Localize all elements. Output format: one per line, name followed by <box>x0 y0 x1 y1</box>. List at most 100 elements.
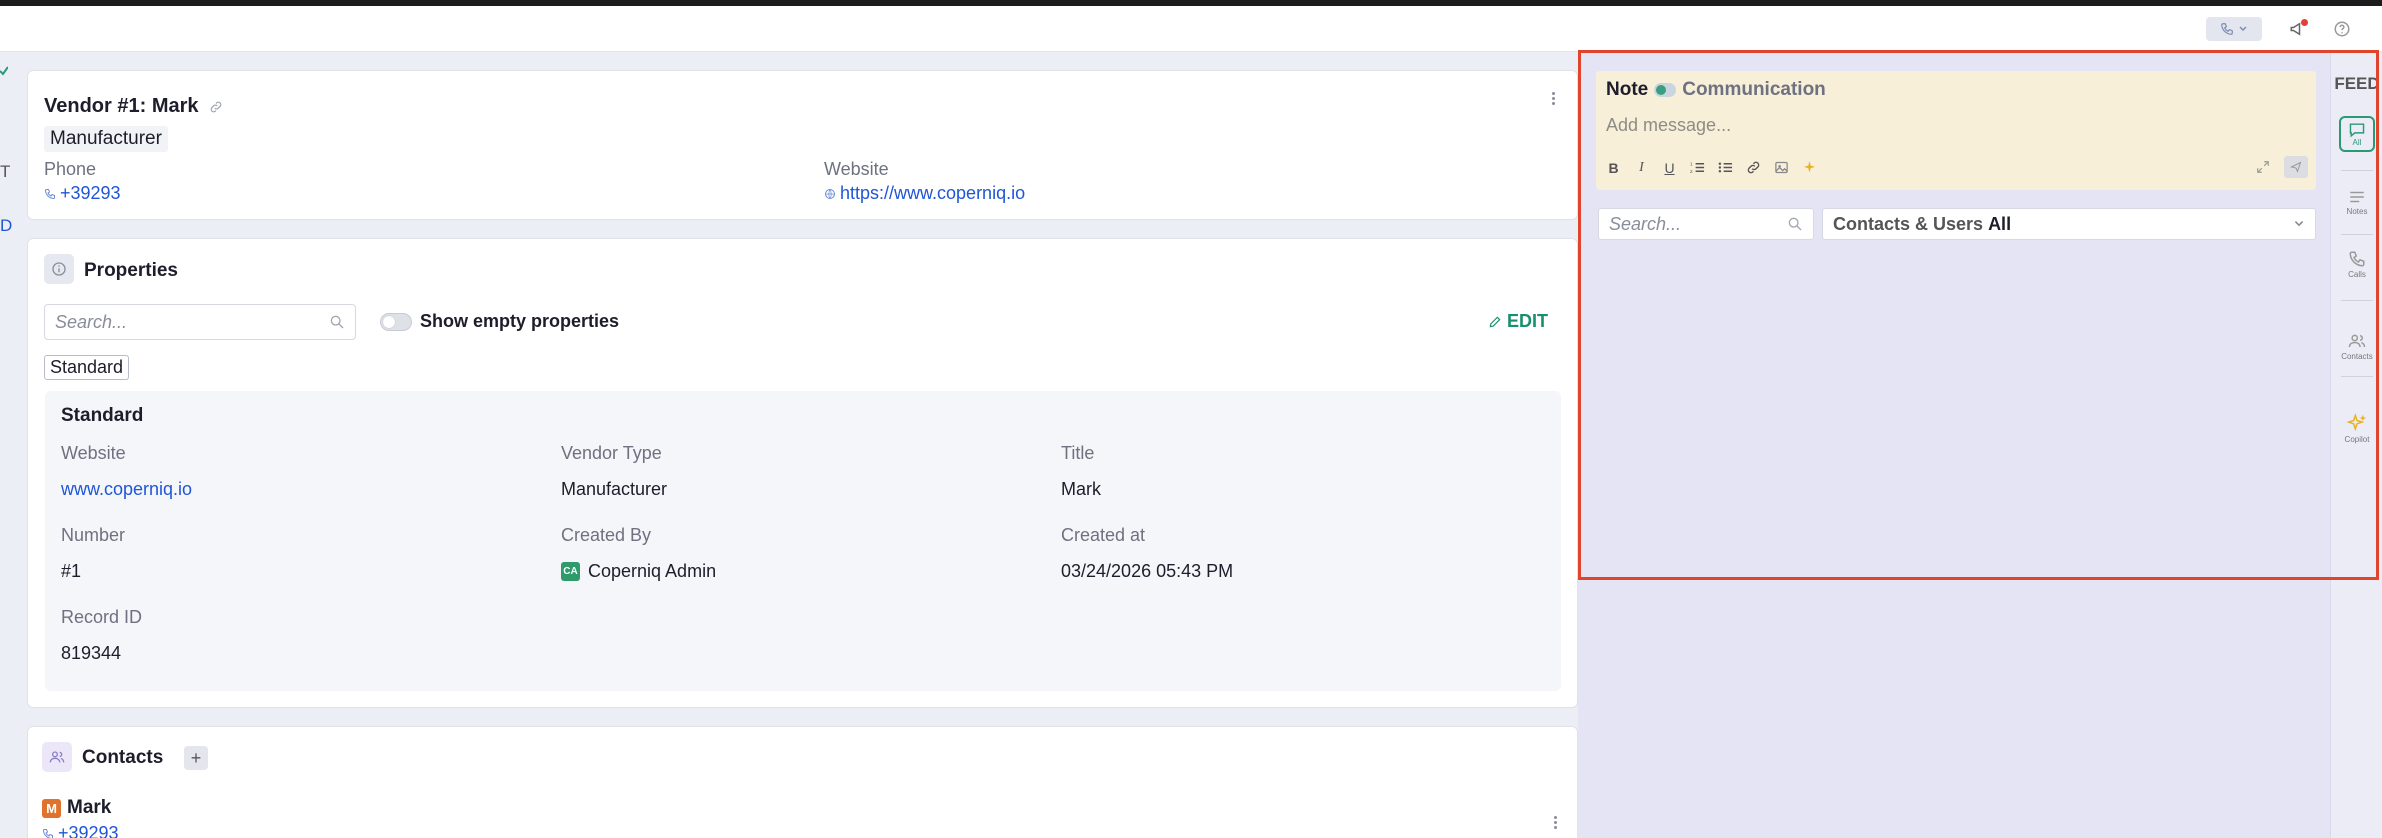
feed-filter-label: Contacts <box>2341 351 2373 361</box>
feed-filter-calls[interactable]: Calls <box>2335 236 2379 292</box>
standard-panel-title: Standard <box>61 405 144 426</box>
search-icon <box>330 315 344 329</box>
properties-search-placeholder: Search... <box>55 311 128 332</box>
vendor-title: Vendor #1: Mark <box>44 95 223 118</box>
globe-icon <box>825 188 835 199</box>
vendor-more-menu[interactable] <box>1544 89 1562 107</box>
contact-more-menu[interactable] <box>1546 813 1564 831</box>
search-icon <box>1788 217 1802 231</box>
divider <box>2341 376 2373 377</box>
vendor-type-chip: Manufacturer <box>44 126 168 152</box>
send-button[interactable] <box>2284 156 2308 178</box>
notification-dot <box>2301 19 2308 26</box>
prop-website-value[interactable]: www.coperniq.io <box>61 479 192 500</box>
link-icon[interactable] <box>1746 160 1761 175</box>
website-value: https://www.coperniq.io <box>840 183 1026 203</box>
chat-icon <box>2349 122 2365 137</box>
check-icon <box>0 66 8 76</box>
divider <box>2341 300 2373 301</box>
phone-dropdown-button[interactable] <box>2206 17 2262 41</box>
add-contact-button[interactable]: + <box>184 746 208 770</box>
contacts-title: Contacts <box>82 747 164 768</box>
divider <box>2341 234 2373 235</box>
link-icon[interactable] <box>209 100 223 114</box>
prop-label: Number <box>61 525 126 545</box>
feed-filter-contacts[interactable]: Contacts <box>2335 318 2379 374</box>
show-empty-toggle[interactable] <box>380 313 412 331</box>
underline-icon[interactable]: U <box>1662 160 1677 176</box>
sparkle-icon[interactable] <box>1802 160 1817 175</box>
created-by-name: Coperniq Admin <box>588 561 717 581</box>
bullet-list-icon[interactable] <box>1718 160 1733 175</box>
feed-filter-label: All <box>2352 137 2362 147</box>
feed-search-input[interactable]: Search... <box>1598 208 1814 240</box>
prop-label: Vendor Type <box>561 443 662 463</box>
left-edge-mark: D <box>0 216 13 235</box>
contact-phone-link[interactable]: +39293 <box>42 823 119 838</box>
phone-icon <box>2221 23 2233 35</box>
contact-name: Mark <box>67 797 112 818</box>
feed-label: FEED <box>2334 74 2380 93</box>
contact-item[interactable]: M Mark +39293 <box>42 797 119 838</box>
prop-label: Created By <box>561 525 652 545</box>
feed-filter-all[interactable]: All <box>2335 106 2379 162</box>
image-icon[interactable] <box>1774 160 1789 175</box>
phone-icon <box>2349 251 2365 267</box>
prop-label: Created at <box>1061 525 1146 545</box>
info-icon <box>44 254 74 284</box>
vendor-card: Vendor #1: Mark Manufacturer Phone +3929… <box>27 70 1578 220</box>
phone-value: +39293 <box>60 183 121 203</box>
divider <box>2341 170 2373 171</box>
feed-filter-copilot[interactable]: Copilot <box>2335 400 2379 456</box>
prop-vendor-type-value: Manufacturer <box>561 479 668 499</box>
send-icon <box>2290 161 2302 173</box>
properties-search-input[interactable]: Search... <box>44 304 356 340</box>
feed-search-placeholder: Search... <box>1609 213 1682 234</box>
ordered-list-icon[interactable]: 12 <box>1690 160 1705 175</box>
bold-icon[interactable]: B <box>1606 160 1621 176</box>
top-bar <box>0 6 2382 52</box>
prop-label: Title <box>1061 443 1095 463</box>
standard-panel: Standard Website www.coperniq.io Vendor … <box>45 391 1561 691</box>
prop-label: Website <box>61 443 126 463</box>
feed-filter-label: Copilot <box>2344 434 2370 444</box>
italic-icon[interactable]: I <box>1634 160 1649 175</box>
website-link[interactable]: https://www.coperniq.io <box>824 183 1025 204</box>
prop-label: Record ID <box>61 607 143 627</box>
edit-properties-button[interactable]: EDIT <box>1488 311 1548 332</box>
feed-filter-notes[interactable]: Notes <box>2335 174 2379 230</box>
notifications-button[interactable] <box>2286 17 2310 41</box>
note-label: Note <box>1606 79 1649 100</box>
filter-value: All <box>1988 213 2012 234</box>
composer-mode-row: Note Communication <box>1606 79 1826 101</box>
filter-label: Contacts & Users <box>1833 213 1984 234</box>
prop-record-id-value: 819344 <box>61 643 122 663</box>
vendor-title-text: Vendor #1: Mark <box>44 95 199 117</box>
standard-group-chip[interactable]: Standard <box>44 355 130 380</box>
svg-text:2: 2 <box>1690 169 1693 174</box>
phone-link[interactable]: +39293 <box>44 183 121 204</box>
prop-created-at-value: 03/24/2026 05:43 PM <box>1061 561 1234 581</box>
prop-created-by-value: CA Coperniq Admin <box>561 561 716 582</box>
note-communication-toggle[interactable] <box>1654 83 1677 97</box>
feed-sidebar: FEED All Notes Calls Contacts Copilot <box>2330 52 2382 838</box>
prop-title-value: Mark <box>1061 479 1101 499</box>
notes-icon <box>2350 191 2364 202</box>
contacts-users-filter[interactable]: Contacts & Users All <box>1822 208 2316 240</box>
avatar: CA <box>561 562 580 581</box>
chevron-down-icon <box>2294 221 2304 227</box>
avatar: M <box>42 798 61 818</box>
contacts-card: Contacts + M Mark +39293 <box>27 726 1578 838</box>
show-empty-label: Show empty properties <box>420 311 620 331</box>
message-input[interactable]: Add message... <box>1606 115 1731 136</box>
contact-phone: +39293 <box>58 823 119 838</box>
edit-label: EDIT <box>1507 311 1549 331</box>
svg-text:1: 1 <box>1690 162 1693 167</box>
expand-icon[interactable] <box>2256 160 2270 174</box>
properties-card: Properties Search... Show empty properti… <box>27 238 1578 708</box>
help-circle-icon <box>2334 21 2350 37</box>
help-button[interactable] <box>2330 17 2354 41</box>
formatting-toolbar: B I U 12 <box>1606 160 1817 176</box>
sparkle-icon <box>2347 412 2367 431</box>
phone-icon <box>44 188 55 199</box>
